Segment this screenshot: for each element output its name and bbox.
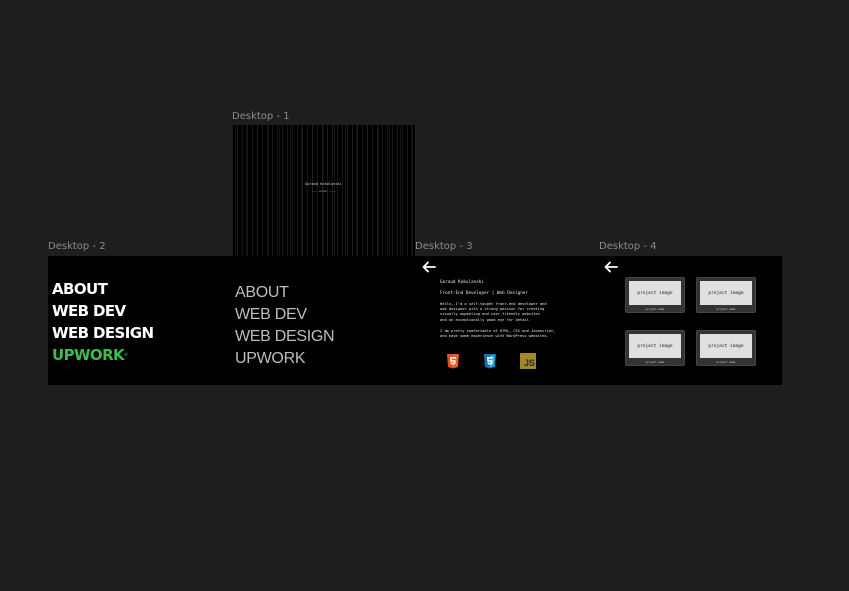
project-image: project image: [700, 334, 752, 358]
about-line: visually appealing and user-friendly web…: [440, 312, 540, 317]
upwork-label: UPWORK: [52, 346, 125, 364]
about-name: Goraud Kokolanski: [440, 280, 484, 285]
project-caption: project name: [645, 308, 665, 311]
frame-label-desktop-2[interactable]: Desktop - 2: [48, 241, 106, 253]
landing-enter-link[interactable]: ——— enter ———: [232, 189, 415, 193]
about-line: and have some experience with WordPress …: [440, 334, 549, 339]
menu-item-about-light[interactable]: ABOUT: [235, 282, 334, 304]
html5-icon: [447, 354, 459, 369]
menu-item-web-dev-bold[interactable]: WEB DEV: [52, 300, 153, 322]
project-card[interactable]: project image project name: [625, 277, 685, 313]
project-card[interactable]: project image project name: [696, 330, 756, 366]
desktop-1-frame[interactable]: Goraud Kokolanski ——— enter ———: [232, 125, 415, 256]
project-image: project image: [629, 281, 681, 305]
menu-light: ABOUT WEB DEV WEB DESIGN UPWORK: [235, 282, 335, 370]
javascript-icon: JS: [520, 353, 536, 369]
arrow-left-icon[interactable]: [604, 261, 618, 273]
menu-bold: ABOUT WEB DEV WEB DESIGN UPWORK®: [52, 278, 154, 366]
frame-label-desktop-3[interactable]: Desktop - 3: [415, 241, 473, 253]
frame-label-desktop-4[interactable]: Desktop - 4: [599, 241, 657, 253]
project-caption: project name: [645, 361, 665, 364]
menu-item-upwork-bold[interactable]: UPWORK®: [52, 344, 153, 366]
upwork-mark: ®: [124, 352, 128, 357]
about-role: Front-End Developer | Web Designer: [440, 291, 528, 296]
desktop-4-frame[interactable]: project image project name project image…: [599, 256, 782, 385]
js-label: JS: [523, 358, 535, 368]
menu-item-web-design-light[interactable]: WEB DESIGN: [235, 326, 335, 348]
project-image: project image: [700, 281, 752, 305]
about-paragraph-1: Hello, I'm a self-taught front-end devel…: [440, 302, 547, 323]
desktop-2-frame[interactable]: ABOUT WEB DEV WEB DESIGN UPWORK® ABOUT W…: [48, 256, 415, 385]
css3-icon: [484, 354, 496, 369]
landing-heading: Goraud Kokolanski: [305, 182, 342, 186]
desktop-3-frame[interactable]: Goraud Kokolanski Front-End Developer | …: [415, 256, 599, 385]
project-card[interactable]: project image project name: [625, 330, 685, 366]
arrow-left-icon[interactable]: [422, 261, 436, 273]
frame-label-desktop-1[interactable]: Desktop - 1: [232, 111, 290, 123]
menu-item-upwork-light[interactable]: UPWORK: [235, 348, 334, 370]
menu-item-about-bold[interactable]: ABOUT: [52, 278, 153, 300]
menu-item-web-dev-light[interactable]: WEB DEV: [235, 304, 334, 326]
menu-item-web-design-bold[interactable]: WEB DESIGN: [52, 322, 154, 344]
about-paragraph-2: I am pretty comfortable at HTML, CSS and…: [440, 329, 555, 339]
project-caption: project name: [716, 308, 736, 311]
project-card[interactable]: project image project name: [696, 277, 756, 313]
about-line: and an exceptionally good eye for detail…: [440, 317, 532, 322]
project-caption: project name: [716, 361, 736, 364]
project-image: project image: [629, 334, 681, 358]
